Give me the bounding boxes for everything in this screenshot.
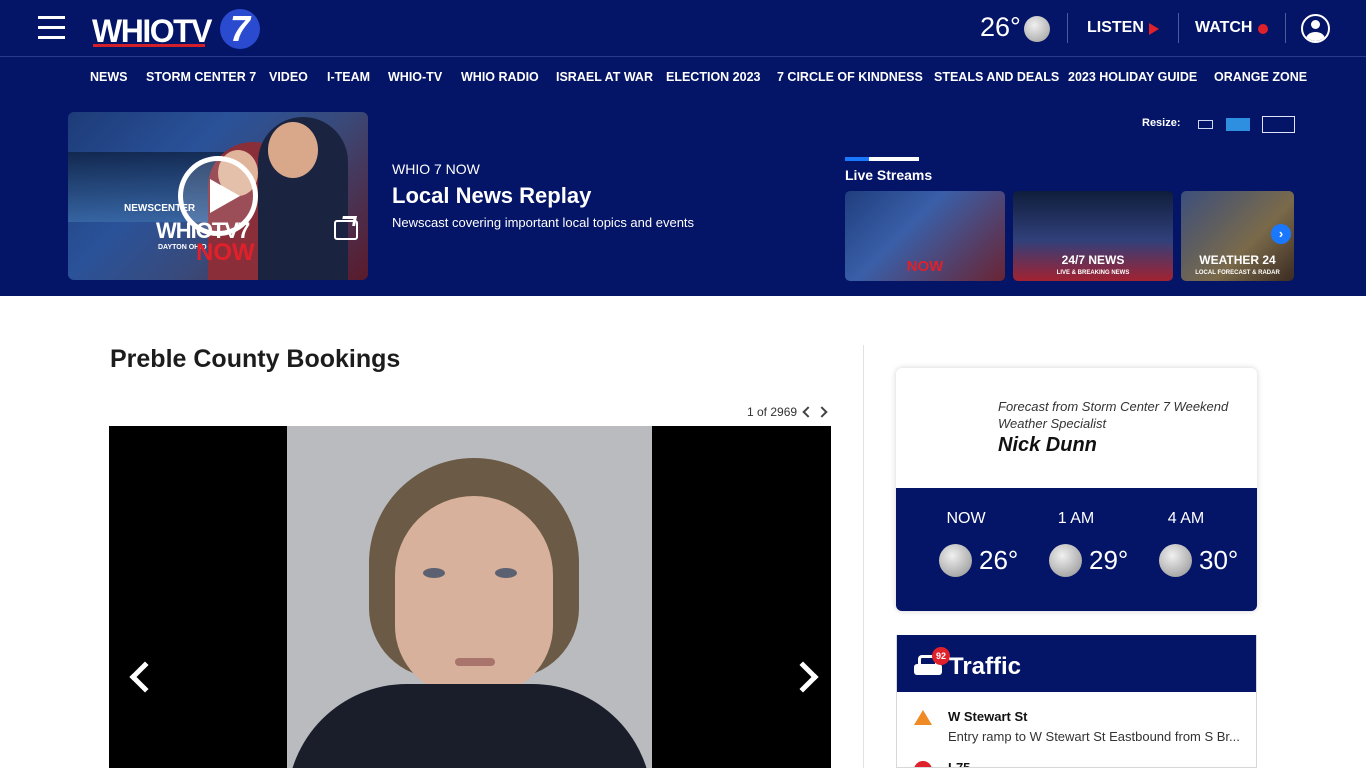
traffic-widget: 92 Traffic W Stewart St Entry ramp to W …: [896, 635, 1257, 768]
column-divider: [863, 345, 864, 768]
live-stream-card[interactable]: 24/7 NEWS LIVE & BREAKING NEWS: [1013, 191, 1173, 281]
stream-caption: WEATHER 24: [1199, 253, 1276, 267]
construction-warning-icon: [914, 710, 932, 725]
nav-item-7-circle-of-kindness[interactable]: 7 CIRCLE OF KINDNESS: [777, 70, 923, 84]
resize-small-icon[interactable]: [1198, 120, 1213, 129]
site-logo[interactable]: WHIOTV 7: [92, 9, 262, 49]
nav-item-election-2023[interactable]: ELECTION 2023: [666, 70, 760, 84]
resize-large-icon[interactable]: [1262, 116, 1295, 133]
forecast-temp: 26°: [979, 545, 1019, 575]
photo-gallery: [109, 426, 831, 768]
stream-caption: NOW: [906, 258, 944, 275]
forecast-slot[interactable]: 4 AM 30°: [1126, 488, 1246, 611]
live-streams-accent: [845, 157, 869, 161]
traffic-incident[interactable]: I-75: [897, 752, 1256, 768]
top-bar: WHIOTV 7 26° LISTEN WATCH: [0, 0, 1366, 57]
nav-item-orange-zone[interactable]: ORANGE ZONE: [1214, 70, 1307, 84]
forecast-time: 1 AM: [1057, 510, 1095, 527]
resize-label: Resize:: [1142, 117, 1181, 129]
divider: [1067, 13, 1068, 43]
resize-medium-icon[interactable]: [1226, 118, 1250, 131]
user-account-icon[interactable]: [1301, 14, 1330, 43]
cloudy-icon: [1159, 544, 1192, 577]
cloudy-icon: [939, 544, 972, 577]
chevron-right-icon[interactable]: ›: [1271, 224, 1291, 244]
video-hero: NEWSCENTER WHIOTV7 DAYTON OHIO NOW WHIO …: [0, 97, 1366, 296]
video-description: Newscast covering important local topics…: [392, 215, 695, 230]
watch-button[interactable]: WATCH: [1195, 19, 1252, 37]
traffic-count-badge: 92: [932, 647, 950, 665]
page-title: Preble County Bookings: [110, 345, 401, 373]
main-navigation: NEWS STORM CENTER 7 VIDEO I-TEAM WHIO-TV…: [0, 57, 1366, 97]
live-stream-card[interactable]: NOW: [845, 191, 1005, 281]
nav-item-whio-radio[interactable]: WHIO RADIO: [461, 70, 539, 84]
forecast-slot[interactable]: NOW 26°: [906, 488, 1026, 611]
forecaster-name[interactable]: Nick Dunn: [998, 434, 1097, 457]
gallery-prev-icon[interactable]: [124, 658, 161, 698]
gallery-counter: 1 of 2969: [747, 405, 798, 419]
stream-caption: 24/7 NEWS: [1061, 253, 1125, 267]
forecast-temp: 29°: [1089, 545, 1129, 575]
traffic-header[interactable]: 92 Traffic: [897, 635, 1256, 692]
incident-street: W Stewart St: [948, 709, 1028, 724]
nav-item-whio-tv[interactable]: WHIO-TV: [388, 70, 442, 84]
cloudy-icon[interactable]: [1024, 16, 1050, 42]
divider: [1178, 13, 1179, 43]
forecast-time: NOW: [946, 510, 986, 527]
current-temperature[interactable]: 26°: [980, 12, 1021, 43]
stream-subcaption: LOCAL FORECAST & RADAR: [1195, 270, 1280, 276]
forecast-slot[interactable]: 1 AM 29°: [1016, 488, 1136, 611]
video-title[interactable]: Local News Replay: [392, 183, 591, 209]
chevron-left-icon[interactable]: [802, 405, 814, 419]
share-icon[interactable]: [334, 216, 358, 240]
incident-street: I-75: [948, 760, 971, 768]
listen-button[interactable]: LISTEN: [1087, 19, 1144, 37]
video-thumbnail[interactable]: NEWSCENTER WHIOTV7 DAYTON OHIO NOW: [68, 112, 368, 280]
nav-item-storm-center-7[interactable]: STORM CENTER 7: [146, 70, 256, 84]
play-button-icon[interactable]: [178, 156, 258, 236]
stream-subcaption: LIVE & BREAKING NEWS: [1056, 270, 1130, 276]
divider: [1285, 13, 1286, 43]
nav-item-i-team[interactable]: I-TEAM: [327, 70, 370, 84]
nav-item-video[interactable]: VIDEO: [269, 70, 308, 84]
weather-card: Forecast from Storm Center 7 Weekend Wea…: [896, 368, 1257, 611]
traffic-title: Traffic: [949, 653, 1022, 680]
incident-alert-icon: [914, 761, 932, 767]
cloudy-icon: [1049, 544, 1082, 577]
thumb-now-text: NOW: [196, 239, 255, 266]
forecast-temp: 30°: [1199, 545, 1239, 575]
traffic-incident[interactable]: W Stewart St Entry ramp to W Stewart St …: [897, 692, 1256, 752]
gallery-next-icon[interactable]: [787, 658, 820, 698]
forecast-time: 4 AM: [1167, 510, 1205, 527]
chevron-right-icon[interactable]: [816, 405, 828, 419]
nav-item-news[interactable]: NEWS: [90, 70, 128, 84]
menu-icon[interactable]: [38, 16, 65, 40]
video-kicker: WHIO 7 NOW: [392, 161, 480, 177]
nav-item-2023-holiday-guide[interactable]: 2023 HOLIDAY GUIDE: [1068, 70, 1197, 84]
incident-description: Entry ramp to W Stewart St Eastbound fro…: [948, 729, 1240, 744]
play-icon[interactable]: [1149, 23, 1159, 35]
nav-item-israel-at-war[interactable]: ISRAEL AT WAR: [556, 70, 653, 84]
logo-underline: [93, 44, 205, 47]
live-streams-title: Live Streams: [845, 167, 933, 183]
logo-seven: 7: [220, 9, 260, 49]
forecast-strip: NOW 26° 1 AM 29° 4 AM 30°: [896, 488, 1257, 611]
nav-item-steals-and-deals[interactable]: STEALS AND DEALS: [934, 70, 1059, 84]
live-dot-icon: [1258, 24, 1268, 34]
gallery-photo: [287, 426, 652, 768]
forecast-kicker: Forecast from Storm Center 7 Weekend Wea…: [998, 399, 1229, 431]
live-streams-accent: [869, 157, 919, 161]
